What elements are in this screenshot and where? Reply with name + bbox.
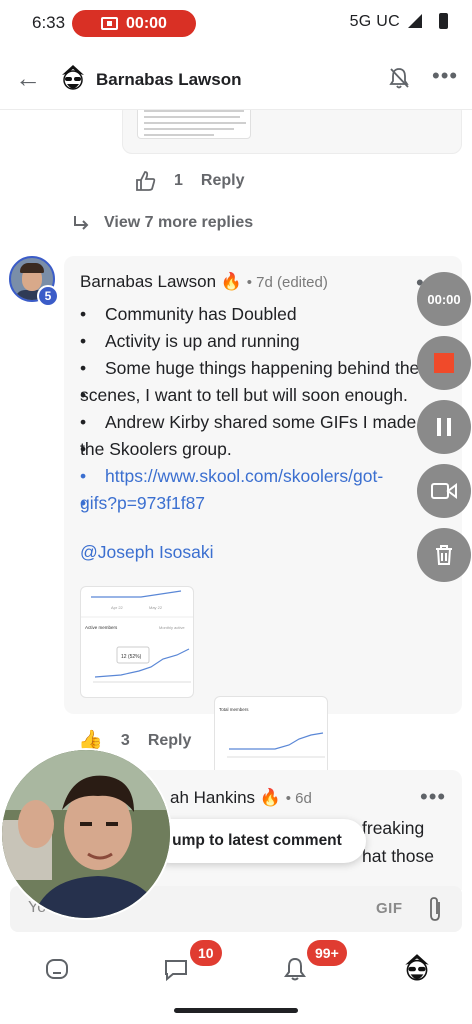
- recording-time: 00:00: [126, 14, 167, 32]
- like-count: 3: [120, 731, 130, 749]
- bullet-continuation: the Skoolers group.: [80, 436, 440, 463]
- screen-recording-pill[interactable]: 00:00: [72, 10, 196, 37]
- comment-body: Community has Doubled Activity is up and…: [80, 301, 440, 517]
- stop-icon: [434, 353, 454, 373]
- chat-icon[interactable]: [163, 956, 189, 982]
- paperclip-icon[interactable]: [426, 896, 444, 922]
- thumb-label: Active members: [85, 625, 118, 630]
- notifications-off-icon[interactable]: [388, 66, 410, 90]
- jump-to-latest-button[interactable]: ump to latest comment: [148, 819, 366, 863]
- trash-icon: [436, 545, 452, 565]
- like-count: 1: [174, 172, 183, 189]
- profile-avatar-icon[interactable]: [401, 952, 433, 984]
- comment-author-row: Barnabas Lawson 🔥 • 7d (edited): [80, 272, 328, 292]
- post-link-continuation[interactable]: gifs?p=973f1f87: [80, 490, 440, 517]
- reply-text: freaking: [362, 818, 425, 838]
- reply-more-icon[interactable]: •••: [420, 784, 446, 810]
- stop-recording-button[interactable]: [417, 336, 471, 390]
- gesture-bar[interactable]: [174, 1008, 298, 1013]
- battery-icon: [439, 13, 448, 29]
- reply-author-row: ah Hankins 🔥 • 6d: [170, 788, 312, 808]
- delete-recording-button[interactable]: [417, 528, 471, 582]
- reply-meta: • 6d: [285, 790, 312, 807]
- community-logo: [58, 63, 88, 93]
- reply-button[interactable]: Reply: [148, 732, 192, 750]
- bullet-item: Some huge things happening behind the: [80, 355, 440, 382]
- status-bar: 6:33 00:00 5G UC: [0, 0, 472, 46]
- comment-meta: • 7d (edited): [246, 274, 328, 291]
- reply-arrow-icon: [74, 216, 89, 230]
- comment-author[interactable]: Barnabas Lawson: [80, 272, 216, 291]
- reply-button[interactable]: Reply: [201, 172, 245, 190]
- bullet-item: Activity is up and running: [80, 328, 440, 355]
- svg-text:May 22: May 22: [149, 605, 163, 610]
- bullet-item: Community has Doubled: [80, 301, 440, 328]
- thumb-tooltip: 12 (52%): [121, 654, 142, 660]
- home-icon[interactable]: [44, 956, 70, 982]
- previous-comment-card: [122, 110, 462, 154]
- page-title: Barnabas Lawson: [96, 70, 242, 89]
- svg-text:Apr 22: Apr 22: [111, 605, 124, 610]
- level-badge: 5: [37, 285, 59, 307]
- reply-text: hat those: [362, 846, 434, 866]
- user-mention[interactable]: @Joseph Isosaki: [80, 542, 214, 563]
- fire-icon: 🔥: [259, 788, 281, 807]
- signal-icon: [408, 14, 422, 28]
- webcam-overlay[interactable]: [0, 748, 172, 920]
- notifications-icon[interactable]: [282, 956, 308, 982]
- toggle-camera-button[interactable]: [417, 464, 471, 518]
- more-options-icon[interactable]: •••: [432, 63, 458, 89]
- attached-image-1[interactable]: Apr 22 May 22 Active members Monthly act…: [80, 586, 194, 698]
- previous-comment-image[interactable]: [137, 110, 251, 139]
- screen-record-icon: [101, 17, 119, 30]
- post-link[interactable]: https://www.skool.com/skoolers/got-: [80, 463, 440, 490]
- like-icon[interactable]: [134, 170, 156, 192]
- video-camera-icon: [431, 483, 457, 499]
- thumb-dropdown: Monthly active: [159, 625, 185, 630]
- network-label: 5G UC: [349, 13, 400, 30]
- clock: 6:33: [32, 13, 66, 32]
- view-replies-label: View 7 more replies: [104, 214, 254, 231]
- chat-badge: 10: [190, 940, 222, 966]
- app-header: ← Barnabas Lawson •••: [0, 46, 472, 110]
- pause-recording-button[interactable]: [417, 400, 471, 454]
- reply-author[interactable]: ah Hankins: [170, 788, 255, 807]
- notifications-badge: 99+: [307, 940, 347, 966]
- fire-icon: 🔥: [220, 272, 242, 291]
- gif-button[interactable]: GIF: [376, 900, 403, 917]
- previous-comment-actions: 1 Reply: [134, 170, 244, 192]
- comment-card: Barnabas Lawson 🔥 • 7d (edited) ••• Comm…: [64, 256, 462, 808]
- recording-timer: 00:00: [417, 272, 471, 326]
- thumb-label: Total members: [219, 707, 249, 712]
- pause-icon: [437, 418, 451, 436]
- back-arrow-icon[interactable]: ←: [15, 65, 41, 91]
- bullet-item: Andrew Kirby shared some GIFs I made in: [80, 409, 440, 436]
- view-more-replies-button[interactable]: View 7 more replies: [72, 214, 253, 232]
- bullet-continuation: scenes, I want to tell but will soon eno…: [80, 382, 440, 409]
